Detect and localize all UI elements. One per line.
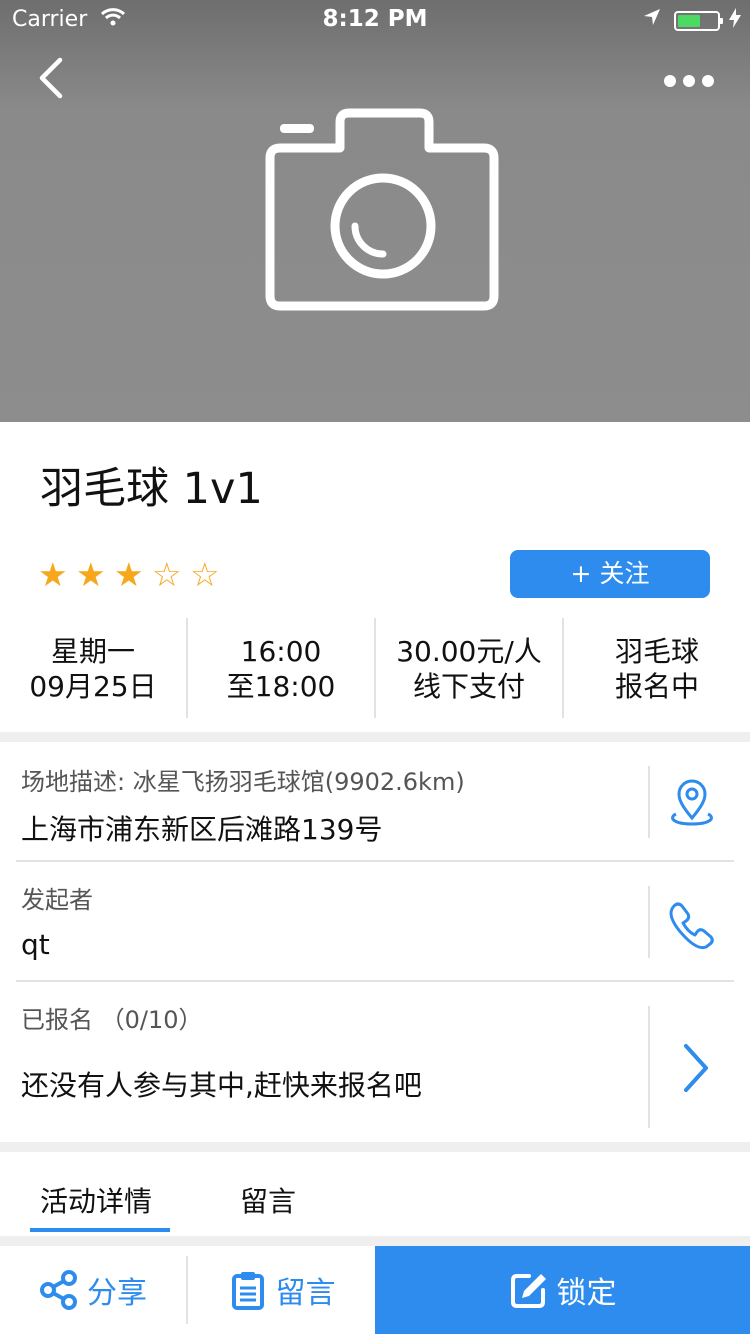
venue-address: 上海市浦东新区后滩路139号 <box>21 813 383 846</box>
lock-button[interactable]: 锁定 <box>375 1246 750 1334</box>
signup-text: 还没有人参与其中,赶快来报名吧 <box>21 1069 422 1102</box>
signup-label: 已报名 （0/10） <box>21 1006 203 1034</box>
follow-button[interactable]: + 关注 <box>510 550 710 598</box>
divider <box>648 766 650 838</box>
camera-icon <box>265 108 499 311</box>
star-empty-icon: ☆ <box>190 555 220 594</box>
organizer-name: qt <box>21 928 50 961</box>
activity-title: 羽毛球 1v1 <box>40 464 263 514</box>
divider <box>648 886 650 958</box>
star-filled-icon: ★ <box>76 555 106 594</box>
back-button[interactable] <box>28 52 76 104</box>
star-empty-icon: ☆ <box>152 555 182 594</box>
clipboard-icon <box>231 1272 264 1310</box>
share-label: 分享 <box>87 1276 147 1311</box>
info-payment: 线下支付 <box>412 670 525 703</box>
star-filled-icon: ★ <box>38 555 68 594</box>
venue-row[interactable]: 场地描述: 冰星飞扬羽毛球馆(9902.6km) 上海市浦东新区后滩路139号 <box>0 742 750 860</box>
info-cell-date: 星期一 09月25日 <box>0 618 186 718</box>
venue-label: 场地描述: 冰星飞扬羽毛球馆(9902.6km) <box>21 768 465 796</box>
more-dots-icon <box>664 75 676 87</box>
info-cell-price: 30.00元/人 线下支付 <box>374 618 562 718</box>
signup-row[interactable]: 已报名 （0/10） 还没有人参与其中,赶快来报名吧 <box>0 982 750 1142</box>
comment-button[interactable]: 留言 <box>188 1246 375 1334</box>
activity-summary: 羽毛球 1v1 ★ ★ ★ ☆ ☆ + 关注 星期一 09月25日 16:00 至18:… <box>0 422 750 732</box>
share-button[interactable]: 分享 <box>0 1246 186 1334</box>
info-cell-time: 16:00 至18:00 <box>186 618 374 718</box>
bottom-action-bar: 分享 留言 锁定 <box>0 1246 750 1334</box>
info-end-time: 至18:00 <box>226 670 336 703</box>
organizer-label: 发起者 <box>21 886 93 914</box>
active-tab-indicator <box>30 1228 170 1232</box>
info-status: 报名中 <box>614 670 699 703</box>
battery-icon <box>674 11 723 31</box>
info-date: 09月25日 <box>29 670 157 703</box>
status-bar: Carrier 8:12 PM <box>0 0 750 40</box>
more-dot <box>702 75 714 87</box>
tab-bar: 活动详情 留言 <box>0 1152 750 1236</box>
phone-icon[interactable] <box>664 896 720 952</box>
info-sport: 羽毛球 <box>614 635 699 668</box>
rating-stars: ★ ★ ★ ☆ ☆ <box>38 558 228 592</box>
more-dot <box>683 75 695 87</box>
info-start-time: 16:00 <box>240 635 322 668</box>
edit-icon <box>510 1274 546 1308</box>
cover-image: Carrier 8:12 PM <box>0 0 750 422</box>
status-time: 8:12 PM <box>322 6 428 32</box>
chevron-left-icon <box>39 57 63 99</box>
info-weekday: 星期一 <box>50 635 135 668</box>
share-icon <box>40 1270 77 1310</box>
charging-icon <box>728 7 742 34</box>
chevron-right-icon[interactable] <box>668 1040 724 1096</box>
info-cell-sport: 羽毛球 报名中 <box>562 618 750 718</box>
divider <box>648 1006 650 1128</box>
comment-label: 留言 <box>275 1276 336 1311</box>
info-price: 30.00元/人 <box>396 635 542 668</box>
lock-label: 锁定 <box>556 1276 617 1311</box>
more-button[interactable] <box>656 64 720 100</box>
activity-details: 场地描述: 冰星飞扬羽毛球馆(9902.6km) 上海市浦东新区后滩路139号 … <box>0 742 750 1142</box>
organizer-row[interactable]: 发起者 qt <box>0 862 750 980</box>
star-filled-icon: ★ <box>114 555 144 594</box>
location-pin-icon[interactable] <box>664 774 720 830</box>
tab-activity-details[interactable]: 活动详情 <box>40 1180 152 1220</box>
activity-info-row: 星期一 09月25日 16:00 至18:00 30.00元/人 线下支付 羽毛… <box>0 618 750 718</box>
tab-comments[interactable]: 留言 <box>240 1180 296 1220</box>
location-arrow-icon <box>642 7 662 33</box>
